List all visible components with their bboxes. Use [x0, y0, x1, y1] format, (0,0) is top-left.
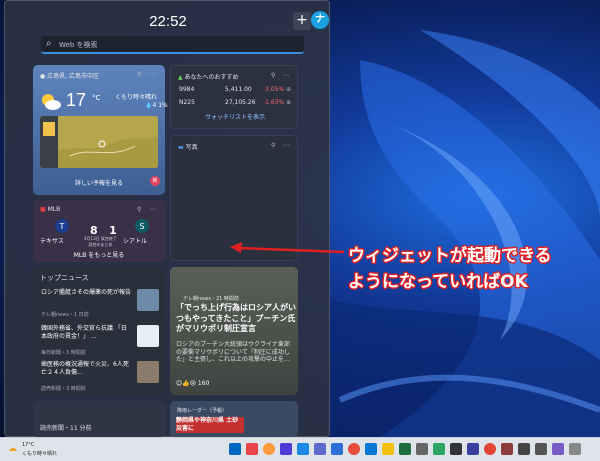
search-input[interactable]	[59, 38, 294, 52]
pin-icon[interactable]: ⚲	[271, 142, 275, 149]
app-icon[interactable]	[331, 443, 343, 455]
app-icon[interactable]	[501, 443, 513, 455]
chart-icon: ▲	[178, 74, 183, 81]
more-options-icon[interactable]: ⋯	[150, 206, 156, 213]
app-icon[interactable]	[552, 443, 564, 455]
news-item[interactable]: 歯医務の概況通報で火災、6人死亡２４人負傷... 読売新聞・3 時間前	[41, 361, 161, 395]
more-options-icon[interactable]: ⋯	[283, 72, 289, 79]
news-title: 韓国外務省、外交官ら抗議 「日本政府の賃金！」 ...	[41, 325, 127, 340]
team2-name: シアトル	[123, 238, 148, 245]
vscode-icon[interactable]	[365, 443, 377, 455]
annotation-text: ウィジェットが起動できる ようになっていればOK	[348, 246, 552, 292]
weather-more-link[interactable]: 詳しい予報を見る	[33, 178, 165, 187]
search-icon: ⌕	[46, 38, 52, 49]
photos-icon: ▬	[178, 144, 184, 151]
firefox-icon[interactable]	[263, 443, 275, 455]
mlb-header: ■ MLB	[40, 206, 61, 213]
weather-unit: °C	[92, 94, 101, 102]
app-icon[interactable]	[450, 443, 462, 455]
weather-location: ● 広島県, 広島市中区	[40, 71, 99, 80]
app-icon[interactable]	[280, 443, 292, 455]
news-item[interactable]: ロシア艦艇さその爆薬の死が報告 テレ朝news・1 日前	[41, 289, 161, 323]
app-icon[interactable]	[467, 443, 479, 455]
pin-icon[interactable]: ⚲	[137, 71, 141, 78]
feature-source: テレ朝news・21 時間前	[183, 296, 239, 302]
taskbar-weather[interactable]: ☁ 17°C くもり時々晴れ	[8, 442, 68, 460]
news-source: 読売新聞・11 分前	[40, 425, 92, 432]
rangers-logo-icon: T	[55, 219, 69, 233]
app-icon[interactable]	[314, 443, 326, 455]
reaction-icon: 😊👍😢	[176, 380, 196, 387]
news-title: 歯医務の概況通報で火災、6人死亡２４人負傷...	[41, 361, 129, 376]
start-icon[interactable]	[229, 443, 241, 455]
pin-icon[interactable]: ⚲	[271, 72, 275, 79]
partly-cloudy-icon	[42, 94, 61, 110]
news-thumbnail	[137, 361, 159, 383]
add-icon: ⊕	[286, 86, 292, 93]
news-thumbnail	[137, 325, 159, 347]
mariners-logo-icon: S	[135, 219, 149, 233]
weather-badge[interactable]: 新	[150, 176, 160, 186]
top-news-header: トップニュース	[40, 274, 89, 282]
add-widget-button[interactable]: +	[293, 12, 311, 30]
weather-temperature: 17	[66, 90, 87, 110]
radar-title: 降雨レーダー（予報）	[177, 408, 228, 414]
team1-name: テキサス	[40, 238, 64, 245]
taskbar: ☁ 17°C くもり時々晴れ	[0, 437, 600, 461]
excel-icon[interactable]	[399, 443, 411, 455]
pin-icon[interactable]: ⚲	[137, 206, 141, 213]
feature-reactions[interactable]: 😊👍😢 160	[176, 380, 209, 387]
app-icon[interactable]	[535, 443, 547, 455]
news-meta: 読売新聞・3 時間前	[41, 386, 86, 392]
news-item[interactable]: 韓国外務省、外交官ら抗議 「日本政府の賃金！」 ... 毎日新聞・3 時間前	[41, 325, 161, 359]
app-icon[interactable]	[569, 443, 581, 455]
watchlist-link[interactable]: ウォッチリストを表示	[171, 112, 297, 121]
search-box[interactable]: ⌕	[41, 36, 304, 54]
app-icon[interactable]	[246, 443, 258, 455]
rain-radar-card[interactable]: 降雨レーダー（予報） 静岡県や神奈川県 土砂災害に	[170, 401, 298, 437]
weather-map[interactable]	[40, 116, 158, 168]
more-options-icon[interactable]: ⋯	[150, 71, 156, 78]
mlb-more-link[interactable]: MLB をもっと見る	[33, 250, 165, 259]
app-icon[interactable]	[297, 443, 309, 455]
add-icon: ⊕	[286, 99, 292, 106]
photos-header: ▬ 写真	[178, 144, 198, 151]
news-card-partial[interactable]: 読売新聞・11 分前	[33, 401, 165, 437]
app-icon[interactable]	[433, 443, 445, 455]
avatar[interactable]: ナ	[311, 11, 329, 29]
annotation-arrow	[230, 242, 345, 254]
mlb-logo-icon: ■	[40, 206, 46, 213]
svg-text:S: S	[139, 222, 144, 231]
news-meta: テレ朝news・1 日前	[41, 312, 89, 318]
stock-row[interactable]: 9984 5,411.00 -3.05% ⊕	[179, 86, 293, 96]
settings-icon[interactable]	[416, 443, 428, 455]
weather-location-label: 広島県, 広島市中区	[47, 73, 99, 80]
mlb-game-info: 4月13日 試合終了 試合のまとめ	[84, 236, 117, 247]
news-meta: 毎日新聞・3 時間前	[41, 350, 86, 356]
clock: 22:52	[149, 13, 187, 30]
svg-text:T: T	[59, 222, 65, 231]
app-icon[interactable]	[518, 443, 530, 455]
partly-cloudy-icon: ☁	[8, 444, 17, 454]
stocks-header: ▲ あなたへのおすすめ	[178, 74, 239, 81]
folder-icon[interactable]	[382, 443, 394, 455]
stocks-widget[interactable]: ▲ あなたへのおすすめ ⚲ ⋯ 9984 5,411.00 -3.05% ⊕ N…	[170, 65, 298, 129]
feature-title[interactable]: 「でっち上げ行為はロシア人がいつもやってきたこと」プーチン氏がマリウポリ制圧宣言	[176, 303, 298, 335]
location-pin-icon: ●	[40, 73, 46, 80]
stock-row[interactable]: N225 27,105.26 -1.63% ⊕	[179, 99, 293, 109]
weather-condition: くもり時々晴れ	[115, 94, 158, 101]
app-icon[interactable]	[348, 443, 360, 455]
app-icon[interactable]	[484, 443, 496, 455]
top-news-widget: トップニュース ロシア艦艇さその爆薬の死が報告 テレ朝news・1 日前 韓国外…	[33, 267, 165, 395]
more-options-icon[interactable]: ⋯	[283, 142, 289, 149]
news-title: ロシア艦艇さその爆薬の死が報告	[41, 289, 132, 296]
weather-rain: 💧4 1%	[145, 102, 168, 109]
radar-alert: 静岡県や神奈川県 土砂災害に	[176, 417, 244, 433]
news-thumbnail	[137, 289, 159, 311]
feature-body: ロシアのプーチン大統領はウクライナ東部の要衝マリウポリについて「制圧に成功した」…	[176, 341, 290, 363]
